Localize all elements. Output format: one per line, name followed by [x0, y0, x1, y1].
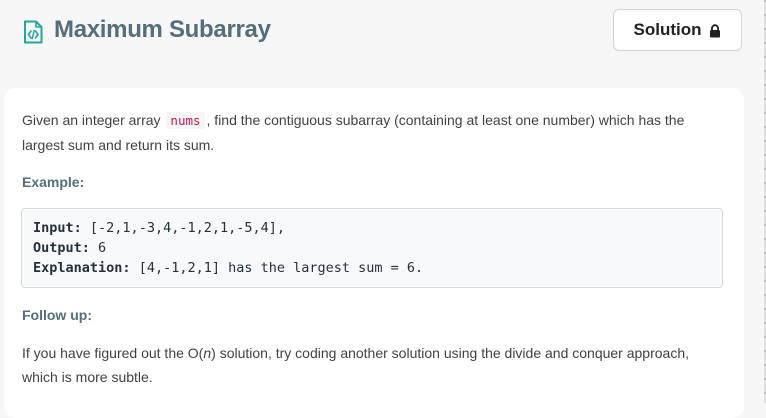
example-code-block: Input: [-2,1,-3,4,-1,2,1,-5,4], Output: …: [21, 208, 723, 288]
problem-description-card: Given an integer array nums, find the co…: [4, 88, 744, 418]
input-label: Input:: [33, 220, 82, 236]
example-heading: Example:: [22, 174, 85, 190]
inline-code-nums: nums: [166, 112, 205, 129]
output-label: Output:: [33, 240, 90, 256]
problem-description: Given an integer array nums, find the co…: [22, 108, 722, 157]
solution-button-label: Solution: [633, 20, 702, 39]
description-text-before: Given an integer array: [22, 112, 161, 128]
follow-up-n: n: [203, 345, 212, 361]
explanation-value: [4,-1,2,1] has the largest sum = 6.: [138, 260, 424, 276]
problem-header: Maximum Subarray Solution: [0, 0, 764, 68]
lock-icon: [709, 23, 721, 38]
problem-title: Maximum Subarray: [54, 16, 271, 43]
explanation-label: Explanation:: [33, 260, 131, 276]
solution-button[interactable]: Solution: [613, 9, 742, 51]
input-value: [-2,1,-3,4,-1,2,1,-5,4],: [89, 220, 285, 236]
follow-up-text-before: If you have figured out the O(: [22, 345, 204, 361]
follow-up-text: If you have figured out the O(n) solutio…: [22, 341, 722, 389]
follow-up-heading: Follow up:: [22, 307, 92, 323]
code-file-icon: [23, 20, 43, 44]
output-value: 6: [98, 240, 107, 256]
